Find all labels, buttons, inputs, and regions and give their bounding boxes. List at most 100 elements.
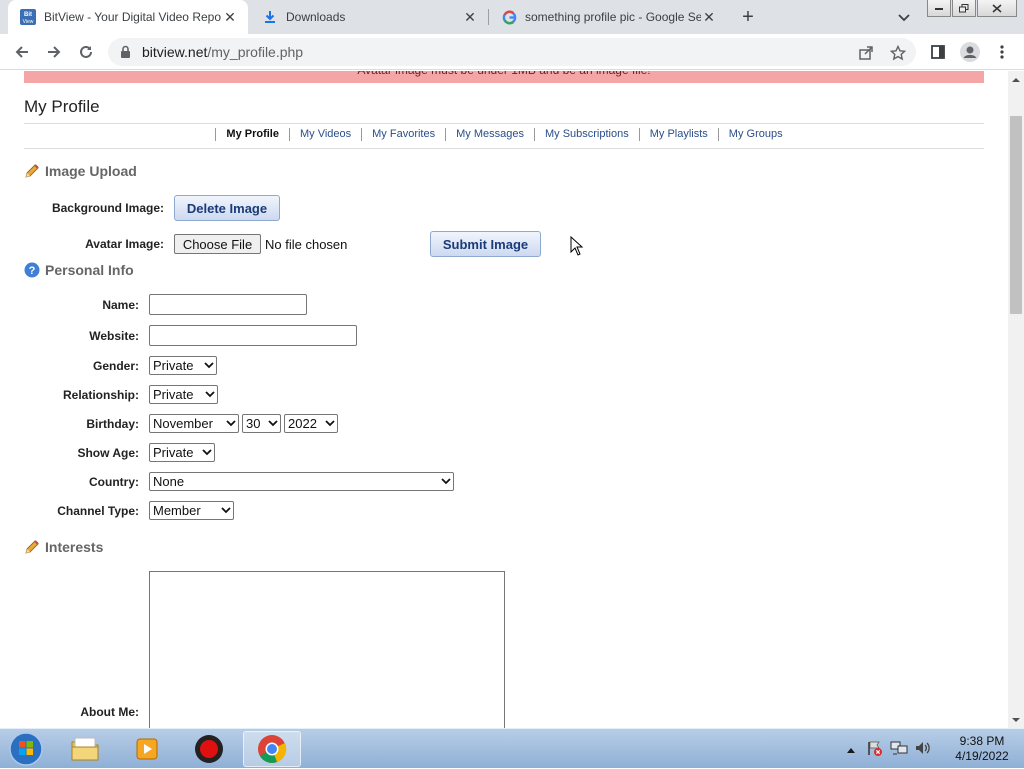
restore-button[interactable] [952, 0, 976, 17]
chevron-down-icon [439, 478, 453, 485]
country-value: None [153, 474, 185, 489]
tab-title: BitView - Your Digital Video Repo [44, 10, 221, 24]
bitview-logo-icon: Bit View [20, 9, 36, 25]
delete-image-button[interactable]: Delete Image [174, 195, 280, 221]
chevron-down-icon [224, 420, 238, 427]
windows-taskbar: 9:38 PM 4/19/2022 [0, 728, 1024, 768]
close-icon[interactable]: ✕ [222, 9, 238, 25]
section-title: Image Upload [45, 163, 137, 179]
start-button[interactable] [6, 730, 46, 768]
chevron-down-icon [219, 507, 233, 514]
scrollbar-thumb[interactable] [1010, 116, 1022, 314]
relationship-select[interactable]: Private [149, 385, 218, 404]
show-hidden-icons-icon[interactable] [846, 742, 856, 757]
subnav-my-profile[interactable]: My Profile [215, 128, 289, 141]
website-input[interactable] [149, 325, 357, 346]
section-interests: Interests [24, 539, 103, 555]
back-arrow-icon[interactable] [10, 40, 34, 64]
taskbar-clock[interactable]: 9:38 PM 4/19/2022 [940, 734, 1024, 764]
show-age-select[interactable]: Private [149, 443, 215, 462]
media-player-icon[interactable] [118, 731, 176, 767]
share-icon[interactable] [856, 43, 876, 63]
section-image-upload: Image Upload [24, 163, 137, 179]
scroll-up-icon[interactable] [1008, 71, 1024, 87]
gender-label: Gender: [92, 359, 139, 373]
network-icon[interactable] [890, 740, 908, 759]
file-explorer-icon[interactable] [56, 731, 114, 767]
download-icon [262, 9, 278, 25]
background-image-label: Background Image: [51, 201, 164, 215]
tab-search-icon[interactable] [894, 8, 914, 28]
url-path: /my_profile.php [207, 44, 304, 60]
channel-type-value: Member [153, 503, 201, 518]
bookmark-star-icon[interactable] [888, 43, 908, 63]
svg-text:View: View [23, 19, 34, 25]
tab-title: something profile pic - Google Se [525, 10, 701, 24]
chrome-icon[interactable] [243, 731, 301, 767]
submit-image-button[interactable]: Submit Image [430, 231, 541, 257]
help-question-icon: ? [24, 262, 40, 278]
subnav-my-subscriptions[interactable]: My Subscriptions [533, 128, 639, 141]
page-content: Avatar image must be under 1MB and be an… [0, 71, 1008, 728]
url-text: bitview.net/my_profile.php [142, 44, 303, 60]
volume-icon[interactable] [914, 740, 932, 759]
tab-bitview[interactable]: Bit View BitView - Your Digital Video Rep… [8, 0, 248, 34]
relationship-value: Private [153, 387, 194, 402]
vertical-scrollbar[interactable] [1008, 71, 1024, 728]
profile-avatar-icon[interactable] [958, 40, 982, 64]
tab-downloads[interactable]: Downloads ✕ [250, 0, 488, 34]
country-select[interactable]: None [149, 472, 454, 491]
birthday-day-value: 30 [246, 416, 261, 431]
subnav-my-groups[interactable]: My Groups [717, 128, 793, 141]
subnav-my-videos[interactable]: My Videos [288, 128, 361, 141]
birthday-label: Birthday: [86, 417, 139, 431]
mouse-cursor-icon [570, 235, 584, 259]
address-bar[interactable]: bitview.net/my_profile.php [108, 38, 916, 66]
birthday-month-select[interactable]: November [149, 414, 239, 433]
recorder-icon[interactable] [180, 731, 238, 767]
close-window-button[interactable] [977, 0, 1017, 17]
birthday-year-select[interactable]: 2022 [284, 414, 338, 433]
tab-title: Downloads [286, 10, 346, 24]
close-icon[interactable]: ✕ [701, 9, 717, 25]
relationship-label: Relationship: [62, 388, 139, 402]
system-tray: 9:38 PM 4/19/2022 [840, 729, 1024, 769]
about-me-textarea[interactable] [149, 571, 505, 728]
name-label: Name: [102, 298, 139, 312]
tab-google[interactable]: something profile pic - Google Se ✕ [489, 0, 727, 34]
side-panel-icon[interactable] [926, 40, 950, 64]
subnav-my-favorites[interactable]: My Favorites [361, 128, 445, 141]
choose-file-button[interactable]: Choose File [174, 234, 261, 254]
section-title: Personal Info [45, 262, 134, 278]
subnav-my-playlists[interactable]: My Playlists [638, 128, 718, 141]
close-icon[interactable]: ✕ [462, 9, 478, 25]
scroll-down-icon[interactable] [1008, 712, 1024, 728]
menu-kebab-icon[interactable] [990, 40, 1014, 64]
page-title: My Profile [24, 97, 100, 116]
birthday-year-value: 2022 [288, 416, 317, 431]
about-me-label: About Me: [80, 705, 139, 719]
channel-type-select[interactable]: Member [149, 501, 234, 520]
action-center-flag-icon[interactable] [866, 740, 882, 759]
avatar-image-label: Avatar Image: [85, 237, 164, 251]
birthday-day-select[interactable]: 30 [242, 414, 281, 433]
website-label: Website: [89, 329, 139, 343]
clock-date: 4/19/2022 [955, 749, 1009, 763]
name-input[interactable] [149, 294, 307, 315]
new-tab-button[interactable]: + [736, 5, 760, 29]
browser-toolbar: bitview.net/my_profile.php [0, 34, 1024, 70]
clock-time: 9:38 PM [959, 734, 1005, 748]
url-host: bitview.net [142, 44, 208, 60]
reload-icon[interactable] [74, 40, 98, 64]
subnav-my-messages[interactable]: My Messages [445, 128, 534, 141]
minimize-button[interactable] [927, 0, 951, 17]
tab-strip: Bit View BitView - Your Digital Video Rep… [0, 0, 1024, 34]
forward-arrow-icon[interactable] [42, 40, 66, 64]
chevron-down-icon [200, 449, 214, 456]
chevron-down-icon [323, 420, 337, 427]
pencil-icon [24, 539, 40, 555]
divider [24, 123, 984, 124]
chevron-down-icon [203, 391, 217, 398]
gender-select[interactable]: Private [149, 356, 217, 375]
chevron-down-icon [202, 362, 216, 369]
